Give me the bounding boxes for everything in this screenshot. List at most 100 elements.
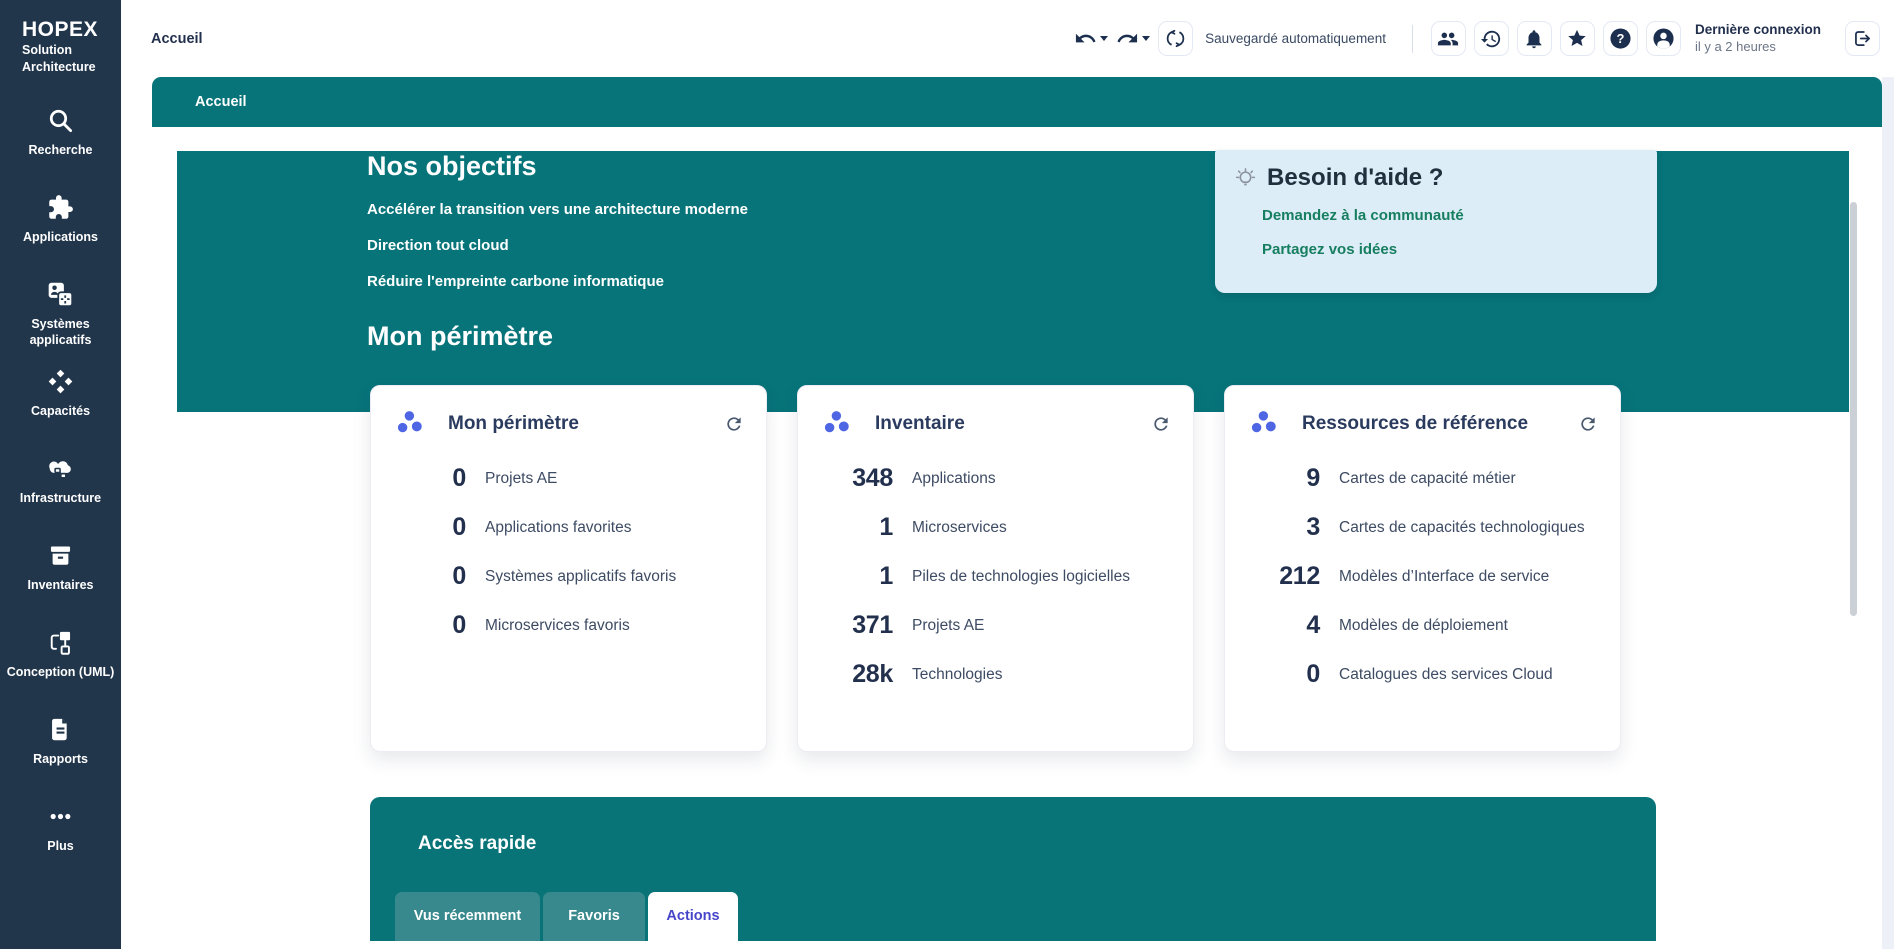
help-card: Besoin d'aide ? Demandez à la communauté…	[1215, 150, 1657, 293]
puzzle-icon	[47, 194, 74, 221]
stat-row[interactable]: 212Modèles d’Interface de service	[1249, 552, 1596, 601]
stat-row[interactable]: 1Piles de technologies logicielles	[822, 552, 1169, 601]
application-systems-icon	[47, 281, 74, 308]
archive-box-icon	[47, 542, 74, 569]
favorites-button[interactable]	[1560, 21, 1595, 56]
topbar-actions: Sauvegardé automatiquement ?	[1074, 0, 1880, 77]
stat-row[interactable]: 0Microservices favoris	[395, 601, 742, 650]
sidebar-item-label: Capacités	[27, 403, 94, 419]
sidebar: HOPEX Solution Architecture Recherche Ap…	[0, 0, 121, 949]
redo-icon	[1116, 27, 1139, 50]
stat-row[interactable]: 1Microservices	[822, 503, 1169, 552]
sidebar-item-inventaires[interactable]: Inventaires	[0, 533, 121, 620]
redo-dropdown-caret[interactable]	[1142, 36, 1150, 41]
help-card-header: Besoin d'aide ?	[1215, 150, 1657, 192]
card-rows: 0Projets AE0Applications favorites0Systè…	[395, 454, 742, 650]
last-connection-time: il y a 2 heures	[1695, 39, 1821, 56]
sidebar-item-label: Applications	[19, 229, 102, 245]
sidebar-item-infrastructure[interactable]: Infrastructure	[0, 446, 121, 533]
refresh-icon[interactable]	[1151, 414, 1171, 434]
objective-link-cloud[interactable]: Direction tout cloud	[367, 237, 748, 254]
stat-value: 0	[395, 464, 466, 493]
tab-vus-recemment[interactable]: Vus récemment	[395, 892, 540, 941]
page-right-gutter	[1882, 77, 1894, 949]
sidebar-item-systemes-applicatifs[interactable]: Systèmes applicatifs	[0, 272, 121, 359]
card-header: Ressources de référence	[1251, 410, 1598, 437]
objectives-banner: Nos objectifs Accélérer la transition ve…	[177, 151, 1849, 412]
sidebar-item-label: Infrastructure	[16, 490, 105, 506]
card-header: Inventaire	[824, 410, 1171, 437]
capabilities-diamonds-icon	[47, 368, 74, 395]
topbar-separator	[1412, 25, 1413, 53]
tab-label: Favoris	[568, 908, 620, 941]
refresh-icon[interactable]	[1578, 414, 1598, 434]
topbar: Accueil Sauvegardé automatiquement	[121, 0, 1894, 77]
page-tab-accueil[interactable]: Accueil	[152, 77, 1882, 127]
sidebar-item-conception-uml[interactable]: Conception (UML)	[0, 620, 121, 707]
logo-subtitle-line2: Architecture	[22, 59, 113, 76]
stat-row[interactable]: 348Applications	[822, 454, 1169, 503]
sidebar-item-applications[interactable]: Applications	[0, 185, 121, 272]
stat-row[interactable]: 9Cartes de capacité métier	[1249, 454, 1596, 503]
perimeter-section-title: Mon périmètre	[367, 321, 553, 352]
stat-row[interactable]: 0Catalogues des services Cloud	[1249, 650, 1596, 699]
stat-value: 28k	[822, 660, 893, 689]
sidebar-item-label: Rapports	[29, 751, 92, 767]
stat-label: Technologies	[912, 666, 1002, 684]
help-button[interactable]: ?	[1603, 21, 1638, 56]
search-icon	[47, 107, 74, 134]
card-ressources-de-reference: Ressources de référence 9Cartes de capac…	[1224, 385, 1621, 752]
objective-link-architecture[interactable]: Accélérer la transition vers une archite…	[367, 201, 748, 218]
stat-value: 0	[395, 611, 466, 640]
help-link-idees[interactable]: Partagez vos idées	[1262, 241, 1657, 258]
stat-value: 212	[1249, 562, 1320, 591]
history-button[interactable]	[1474, 21, 1509, 56]
stat-value: 348	[822, 464, 893, 493]
objectives-links: Accélérer la transition vers une archite…	[367, 201, 748, 290]
stat-label: Projets AE	[912, 617, 984, 635]
breadcrumb: Accueil	[151, 0, 203, 77]
stat-row[interactable]: 0Systèmes applicatifs favoris	[395, 552, 742, 601]
cluster-dots-icon	[1251, 410, 1278, 437]
users-icon	[1437, 28, 1459, 50]
objective-link-carbone[interactable]: Réduire l'empreinte carbone informatique	[367, 273, 748, 290]
card-inventaire: Inventaire 348Applications1Microservices…	[797, 385, 1194, 752]
logout-button[interactable]	[1845, 21, 1880, 56]
sidebar-item-recherche[interactable]: Recherche	[0, 98, 121, 185]
stat-row[interactable]: 0Projets AE	[395, 454, 742, 503]
stat-label: Applications favorites	[485, 519, 631, 537]
community-button[interactable]	[1431, 21, 1466, 56]
stat-row[interactable]: 4Modèles de déploiement	[1249, 601, 1596, 650]
svg-text:?: ?	[1617, 31, 1625, 46]
stat-row[interactable]: 3Cartes de capacités technologiques	[1249, 503, 1596, 552]
redo-button[interactable]	[1116, 27, 1150, 50]
refresh-icon[interactable]	[724, 414, 744, 434]
notifications-button[interactable]	[1517, 21, 1552, 56]
help-icon: ?	[1609, 27, 1632, 50]
sidebar-item-label: Inventaires	[23, 577, 97, 593]
sidebar-item-plus[interactable]: Plus	[0, 794, 121, 881]
stat-value: 3	[1249, 513, 1320, 542]
quick-access-tab-panel	[370, 941, 1656, 949]
logo-title: HOPEX	[22, 18, 113, 42]
tab-favoris[interactable]: Favoris	[543, 892, 645, 941]
stat-row[interactable]: 0 Applications favorites	[395, 503, 742, 552]
sidebar-item-capacites[interactable]: Capacités	[0, 359, 121, 446]
undo-button[interactable]	[1074, 27, 1108, 50]
sidebar-nav: Recherche Applications Systèmes applicat…	[0, 98, 121, 881]
sidebar-item-rapports[interactable]: Rapports	[0, 707, 121, 794]
stat-row[interactable]: 371Projets AE	[822, 601, 1169, 650]
undo-dropdown-caret[interactable]	[1100, 36, 1108, 41]
stat-value: 0	[1249, 660, 1320, 689]
sync-button[interactable]	[1158, 21, 1193, 56]
help-link-communaute[interactable]: Demandez à la communauté	[1262, 207, 1657, 224]
sidebar-item-label: Recherche	[25, 142, 97, 158]
stat-label: Systèmes applicatifs favoris	[485, 568, 676, 586]
stat-row[interactable]: 28k Technologies	[822, 650, 1169, 699]
report-document-icon	[47, 716, 74, 743]
profile-button[interactable]	[1646, 21, 1681, 56]
logout-icon	[1852, 28, 1873, 49]
vertical-scrollbar-thumb[interactable]	[1850, 202, 1857, 616]
stat-value: 0	[395, 513, 466, 542]
last-connection: Dernière connexion il y a 2 heures	[1695, 21, 1821, 55]
